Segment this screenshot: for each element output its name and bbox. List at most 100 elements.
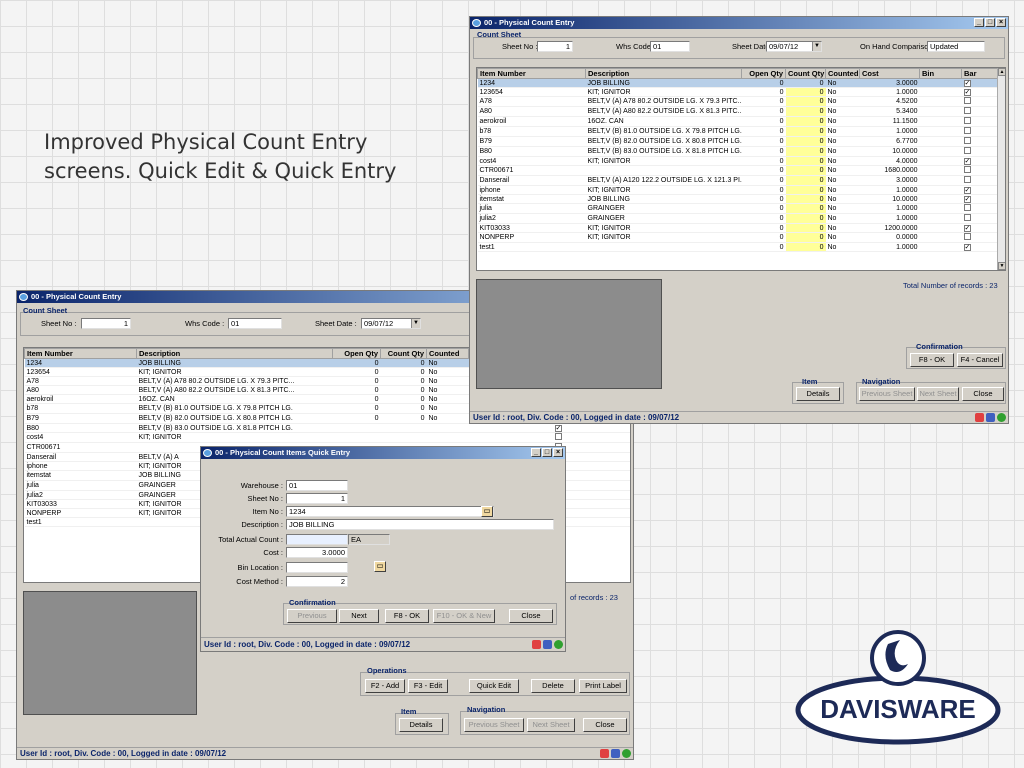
cost-field[interactable]: 3.0000 xyxy=(286,547,348,558)
bar-checkbox[interactable] xyxy=(963,214,971,221)
help-icon[interactable] xyxy=(997,413,1006,422)
ok-button[interactable]: F8 - OK xyxy=(385,609,429,623)
table-row[interactable]: cost4 KIT; IGNITOR xyxy=(24,432,630,443)
col-count-qty[interactable]: Count Qty xyxy=(380,348,427,359)
count-qty-cell[interactable]: 0 xyxy=(785,203,826,214)
settings-icon[interactable] xyxy=(611,749,620,758)
col-bar[interactable]: Bar xyxy=(961,68,999,79)
table-row[interactable]: KIT03033 KIT; IGNITOR 0 0 No 1200.0000 ✓ xyxy=(477,223,999,233)
bar-checkbox[interactable]: ✓ xyxy=(963,195,971,203)
pdf-icon[interactable] xyxy=(600,749,609,758)
count-qty-cell[interactable]: 0 xyxy=(785,146,826,157)
bar-checkbox[interactable] xyxy=(963,127,971,134)
sheet-date-field[interactable]: 09/07/12 ▼ xyxy=(766,41,822,52)
count-qty-cell[interactable]: 0 xyxy=(785,175,826,186)
chevron-down-icon[interactable]: ▼ xyxy=(411,319,420,328)
quick-edit-button[interactable]: Quick Edit xyxy=(469,679,519,693)
add-button[interactable]: F2 - Add xyxy=(365,679,405,693)
delete-button[interactable]: Delete xyxy=(531,679,575,693)
bar-checkbox[interactable]: ✓ xyxy=(963,186,971,194)
count-qty-cell[interactable]: 0 xyxy=(785,106,826,117)
folder-icon[interactable]: ▭ xyxy=(481,506,493,517)
grid-scrollbar[interactable]: ▲ ▼ xyxy=(997,68,1005,270)
bar-checkbox[interactable] xyxy=(963,147,971,154)
bar-checkbox[interactable] xyxy=(963,97,971,104)
bar-checkbox[interactable]: ✓ xyxy=(963,224,971,232)
details-button[interactable]: Details xyxy=(796,387,840,401)
col-item-number[interactable]: Item Number xyxy=(24,348,137,359)
col-open-qty[interactable]: Open Qty xyxy=(741,68,786,79)
bar-checkbox[interactable]: ✓ xyxy=(963,157,971,165)
count-qty-cell[interactable]: 0 xyxy=(785,165,826,176)
maximize-icon[interactable]: □ xyxy=(542,448,552,457)
bar-checkbox[interactable] xyxy=(963,233,971,240)
whs-code-field[interactable]: 01 xyxy=(650,41,690,52)
table-row[interactable]: CTR00671 0 0 No 1680.0000 xyxy=(477,165,999,176)
table-row[interactable]: itemstat JOB BILLING 0 0 No 10.0000 ✓ xyxy=(477,194,999,204)
col-counted[interactable]: Counted xyxy=(825,68,860,79)
col-description[interactable]: Description xyxy=(585,68,742,79)
previous-sheet-button[interactable]: Previous Sheet xyxy=(859,387,915,401)
bar-checkbox[interactable]: ✓ xyxy=(963,88,971,96)
maximize-icon[interactable]: □ xyxy=(985,18,995,27)
col-counted[interactable]: Counted xyxy=(426,348,469,359)
table-row[interactable]: A78 BELT,V (A) A78 80.2 OUTSIDE LG. X 79.… xyxy=(477,96,999,107)
help-icon[interactable] xyxy=(554,640,563,649)
table-row[interactable]: test1 0 0 No 1.0000 ✓ xyxy=(477,242,999,252)
close-button[interactable]: Close xyxy=(583,718,627,732)
count-qty-cell[interactable]: 0 xyxy=(785,156,826,166)
table-row[interactable]: B79 BELT,V (B) 82.0 OUTSIDE LG. X 80.8 PI… xyxy=(477,136,999,147)
settings-icon[interactable] xyxy=(986,413,995,422)
ok-button[interactable]: F8 - OK xyxy=(910,353,954,367)
on-hand-comparison-field[interactable]: Updated xyxy=(927,41,985,52)
count-qty-cell[interactable]: 0 xyxy=(785,232,826,243)
bar-checkbox[interactable]: ✓ xyxy=(963,79,971,87)
col-item-number[interactable]: Item Number xyxy=(477,68,586,79)
scroll-down-icon[interactable]: ▼ xyxy=(998,262,1005,270)
bar-checkbox[interactable] xyxy=(963,176,971,183)
count-qty-cell[interactable]: 0 xyxy=(785,223,826,233)
settings-icon[interactable] xyxy=(543,640,552,649)
close-icon[interactable]: × xyxy=(553,448,563,457)
table-row[interactable]: b78 BELT,V (B) 81.0 OUTSIDE LG. X 79.8 PI… xyxy=(477,126,999,137)
close-icon[interactable]: × xyxy=(996,18,1006,27)
count-qty-cell[interactable]: 0 xyxy=(785,185,826,195)
edit-button[interactable]: F3 - Edit xyxy=(408,679,448,693)
table-row[interactable]: 123654 KIT; IGNITOR 0 0 No 1.0000 ✓ xyxy=(477,87,999,97)
count-qty-cell[interactable]: 0 xyxy=(785,96,826,107)
table-row[interactable]: cost4 KIT; IGNITOR 0 0 No 4.0000 ✓ xyxy=(477,156,999,166)
minimize-icon[interactable]: _ xyxy=(531,448,541,457)
description-field[interactable]: JOB BILLING xyxy=(286,519,554,530)
front-items-grid[interactable]: Item Number Description Open Qty Count Q… xyxy=(476,67,1006,271)
col-description[interactable]: Description xyxy=(136,348,333,359)
pdf-icon[interactable] xyxy=(975,413,984,422)
table-row[interactable]: julia2 GRAINGER 0 0 No 1.0000 xyxy=(477,213,999,224)
table-row[interactable]: Danserail BELT,V (A) A120 122.2 OUTSIDE L… xyxy=(477,175,999,186)
bar-checkbox[interactable]: ✓ xyxy=(963,243,971,251)
bin-location-field[interactable] xyxy=(286,562,348,573)
sheet-date-field[interactable]: 09/07/12 ▼ xyxy=(361,318,421,329)
cancel-button[interactable]: F4 - Cancel xyxy=(957,353,1003,367)
next-sheet-button[interactable]: Next Sheet xyxy=(917,387,959,401)
table-row[interactable]: aerokroil 16OZ. CAN 0 0 No 11.1500 xyxy=(477,116,999,127)
count-qty-cell[interactable]: 0 xyxy=(785,87,826,97)
table-row[interactable]: iphone KIT; IGNITOR 0 0 No 1.0000 ✓ xyxy=(477,185,999,195)
close-button[interactable]: Close xyxy=(962,387,1004,401)
bar-checkbox[interactable] xyxy=(554,433,562,440)
warehouse-field[interactable]: 01 xyxy=(286,480,348,491)
help-icon[interactable] xyxy=(622,749,631,758)
bar-checkbox[interactable] xyxy=(963,107,971,114)
table-row[interactable]: 1234 JOB BILLING 0 0 No 3.0000 ✓ xyxy=(477,78,999,88)
table-row[interactable]: B80 BELT,V (B) 83.0 OUTSIDE LG. X 81.8 PI… xyxy=(24,423,630,433)
item-no-field[interactable]: 1234 xyxy=(286,506,494,517)
whs-code-field[interactable]: 01 xyxy=(228,318,282,329)
details-button[interactable]: Details xyxy=(399,718,443,732)
count-qty-cell[interactable]: 0 xyxy=(785,116,826,127)
table-row[interactable]: A80 BELT,V (A) A80 82.2 OUTSIDE LG. X 81.… xyxy=(477,106,999,117)
count-qty-cell[interactable]: 0 xyxy=(785,242,826,252)
next-sheet-button[interactable]: Next Sheet xyxy=(527,718,575,732)
sheet-no-field[interactable]: 1 xyxy=(81,318,131,329)
minimize-icon[interactable]: _ xyxy=(974,18,984,27)
col-bin[interactable]: Bin xyxy=(919,68,962,79)
bar-checkbox[interactable]: ✓ xyxy=(554,424,562,432)
